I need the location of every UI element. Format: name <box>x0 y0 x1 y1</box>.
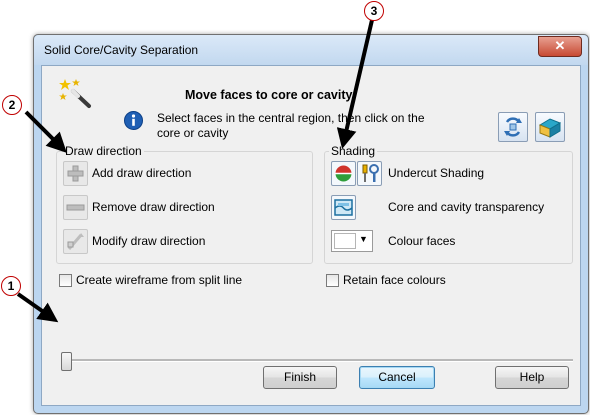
annotation-arrows <box>16 19 374 323</box>
callout-1-arrow <box>16 292 59 323</box>
callout-2: 2 <box>2 95 22 115</box>
callout-3: 3 <box>364 1 384 21</box>
callout-3-arrow <box>336 19 374 149</box>
callout-1: 1 <box>1 276 21 296</box>
callout-2-arrow <box>24 110 67 153</box>
